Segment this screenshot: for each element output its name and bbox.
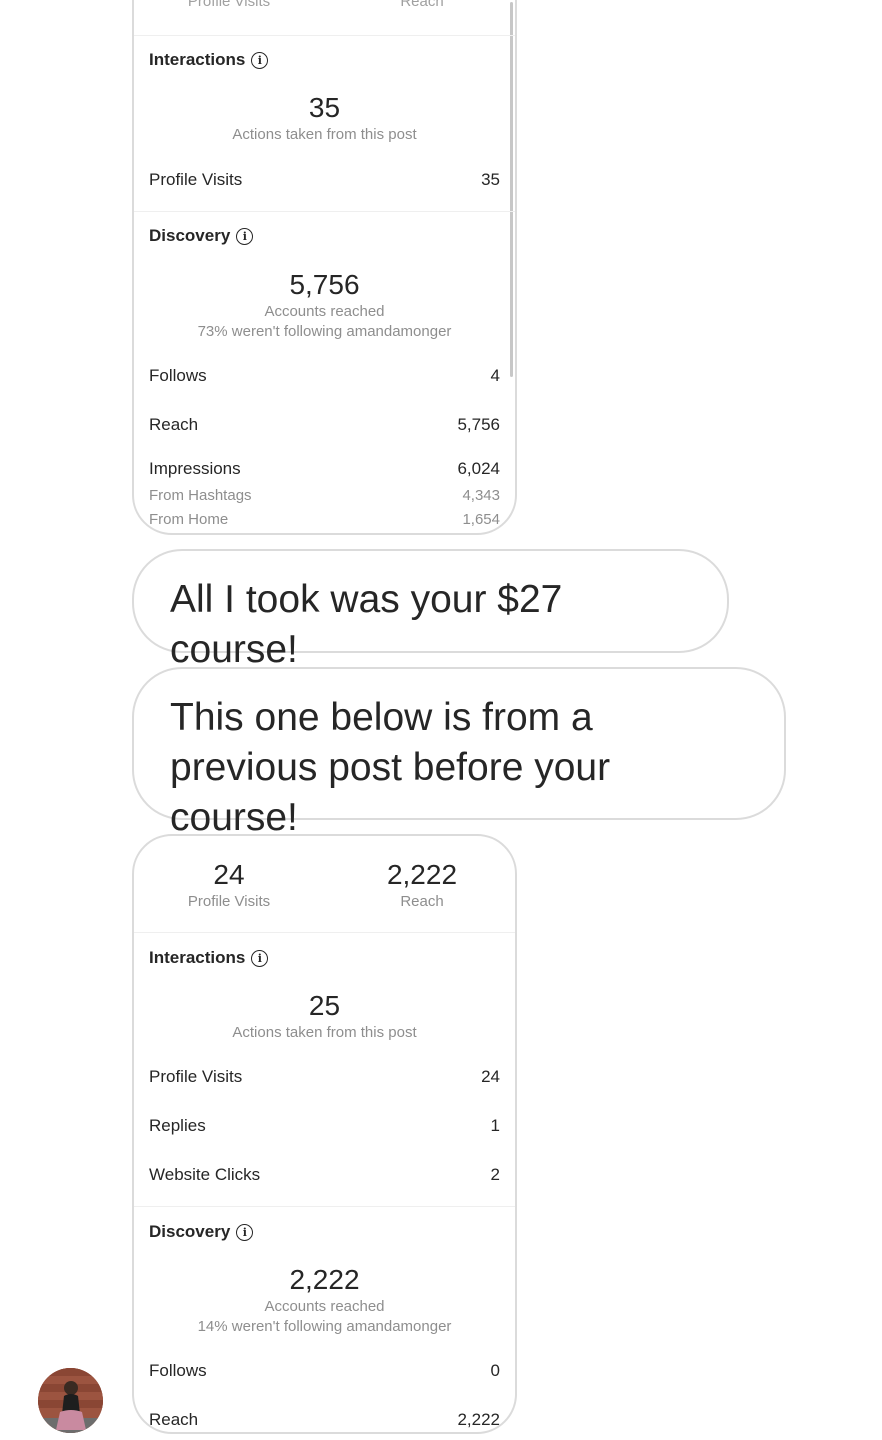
info-icon[interactable]: i: [251, 949, 269, 967]
top-metrics: Profile Visits Reach: [134, 0, 515, 52]
interactions-title: Interactions i: [149, 50, 269, 70]
stat-row-follows: Follows 0: [149, 1361, 500, 1380]
metric-profile-visits: Profile Visits: [187, 0, 271, 10]
stat-row-from-home: From Home 1,654: [149, 511, 500, 528]
message-bubble[interactable]: This one below is from a previous post b…: [132, 667, 786, 839]
message-bubble[interactable]: All I took was your $27 course!: [132, 549, 729, 671]
interactions-title: Interactions i: [149, 948, 269, 968]
divider: [134, 211, 515, 212]
insights-screenshot-current[interactable]: Profile Visits Reach Interactions i 35 A…: [132, 0, 517, 535]
interactions-total: 35 Actions taken from this post: [232, 92, 417, 143]
discovery-title: Discovery i: [149, 226, 254, 246]
avatar[interactable]: [38, 1368, 103, 1433]
stat-row-website-clicks: Website Clicks 2: [149, 1165, 500, 1184]
metric-reach: 2,222 Reach: [386, 859, 458, 910]
stat-row-follows: Follows 4: [149, 366, 500, 385]
divider: [134, 932, 515, 933]
interactions-total: 25 Actions taken from this post: [232, 990, 417, 1041]
user-avatar-icon: [38, 1368, 103, 1433]
info-icon[interactable]: i: [251, 51, 269, 69]
info-icon[interactable]: i: [236, 1223, 254, 1241]
metric-reach: Reach: [400, 0, 444, 10]
stat-row-reach: Reach 2,222: [149, 1410, 500, 1429]
divider: [134, 35, 515, 36]
stat-row-from-hashtags: From Hashtags 4,343: [149, 487, 500, 504]
insights-screenshot-previous[interactable]: 24 Profile Visits 2,222 Reach Interactio…: [132, 834, 517, 1434]
stat-row-reach: Reach 5,756: [149, 415, 500, 434]
stat-row-impressions: Impressions 6,024: [149, 459, 500, 478]
metric-profile-visits: 24 Profile Visits: [187, 859, 271, 910]
stat-row-profile-visits: Profile Visits 24: [149, 1067, 500, 1086]
info-icon[interactable]: i: [236, 227, 254, 245]
chat-thread: Profile Visits Reach Interactions i 35 A…: [0, 0, 882, 1440]
stat-row-replies: Replies 1: [149, 1116, 500, 1135]
top-metrics: 24 Profile Visits 2,222 Reach: [134, 858, 515, 918]
discovery-total: 5,756 Accounts reached 73% weren't follo…: [197, 269, 452, 340]
stat-row-profile-visits: Profile Visits 35: [149, 170, 500, 189]
discovery-total: 2,222 Accounts reached 14% weren't follo…: [197, 1264, 452, 1335]
discovery-title: Discovery i: [149, 1222, 254, 1242]
divider: [134, 1206, 515, 1207]
